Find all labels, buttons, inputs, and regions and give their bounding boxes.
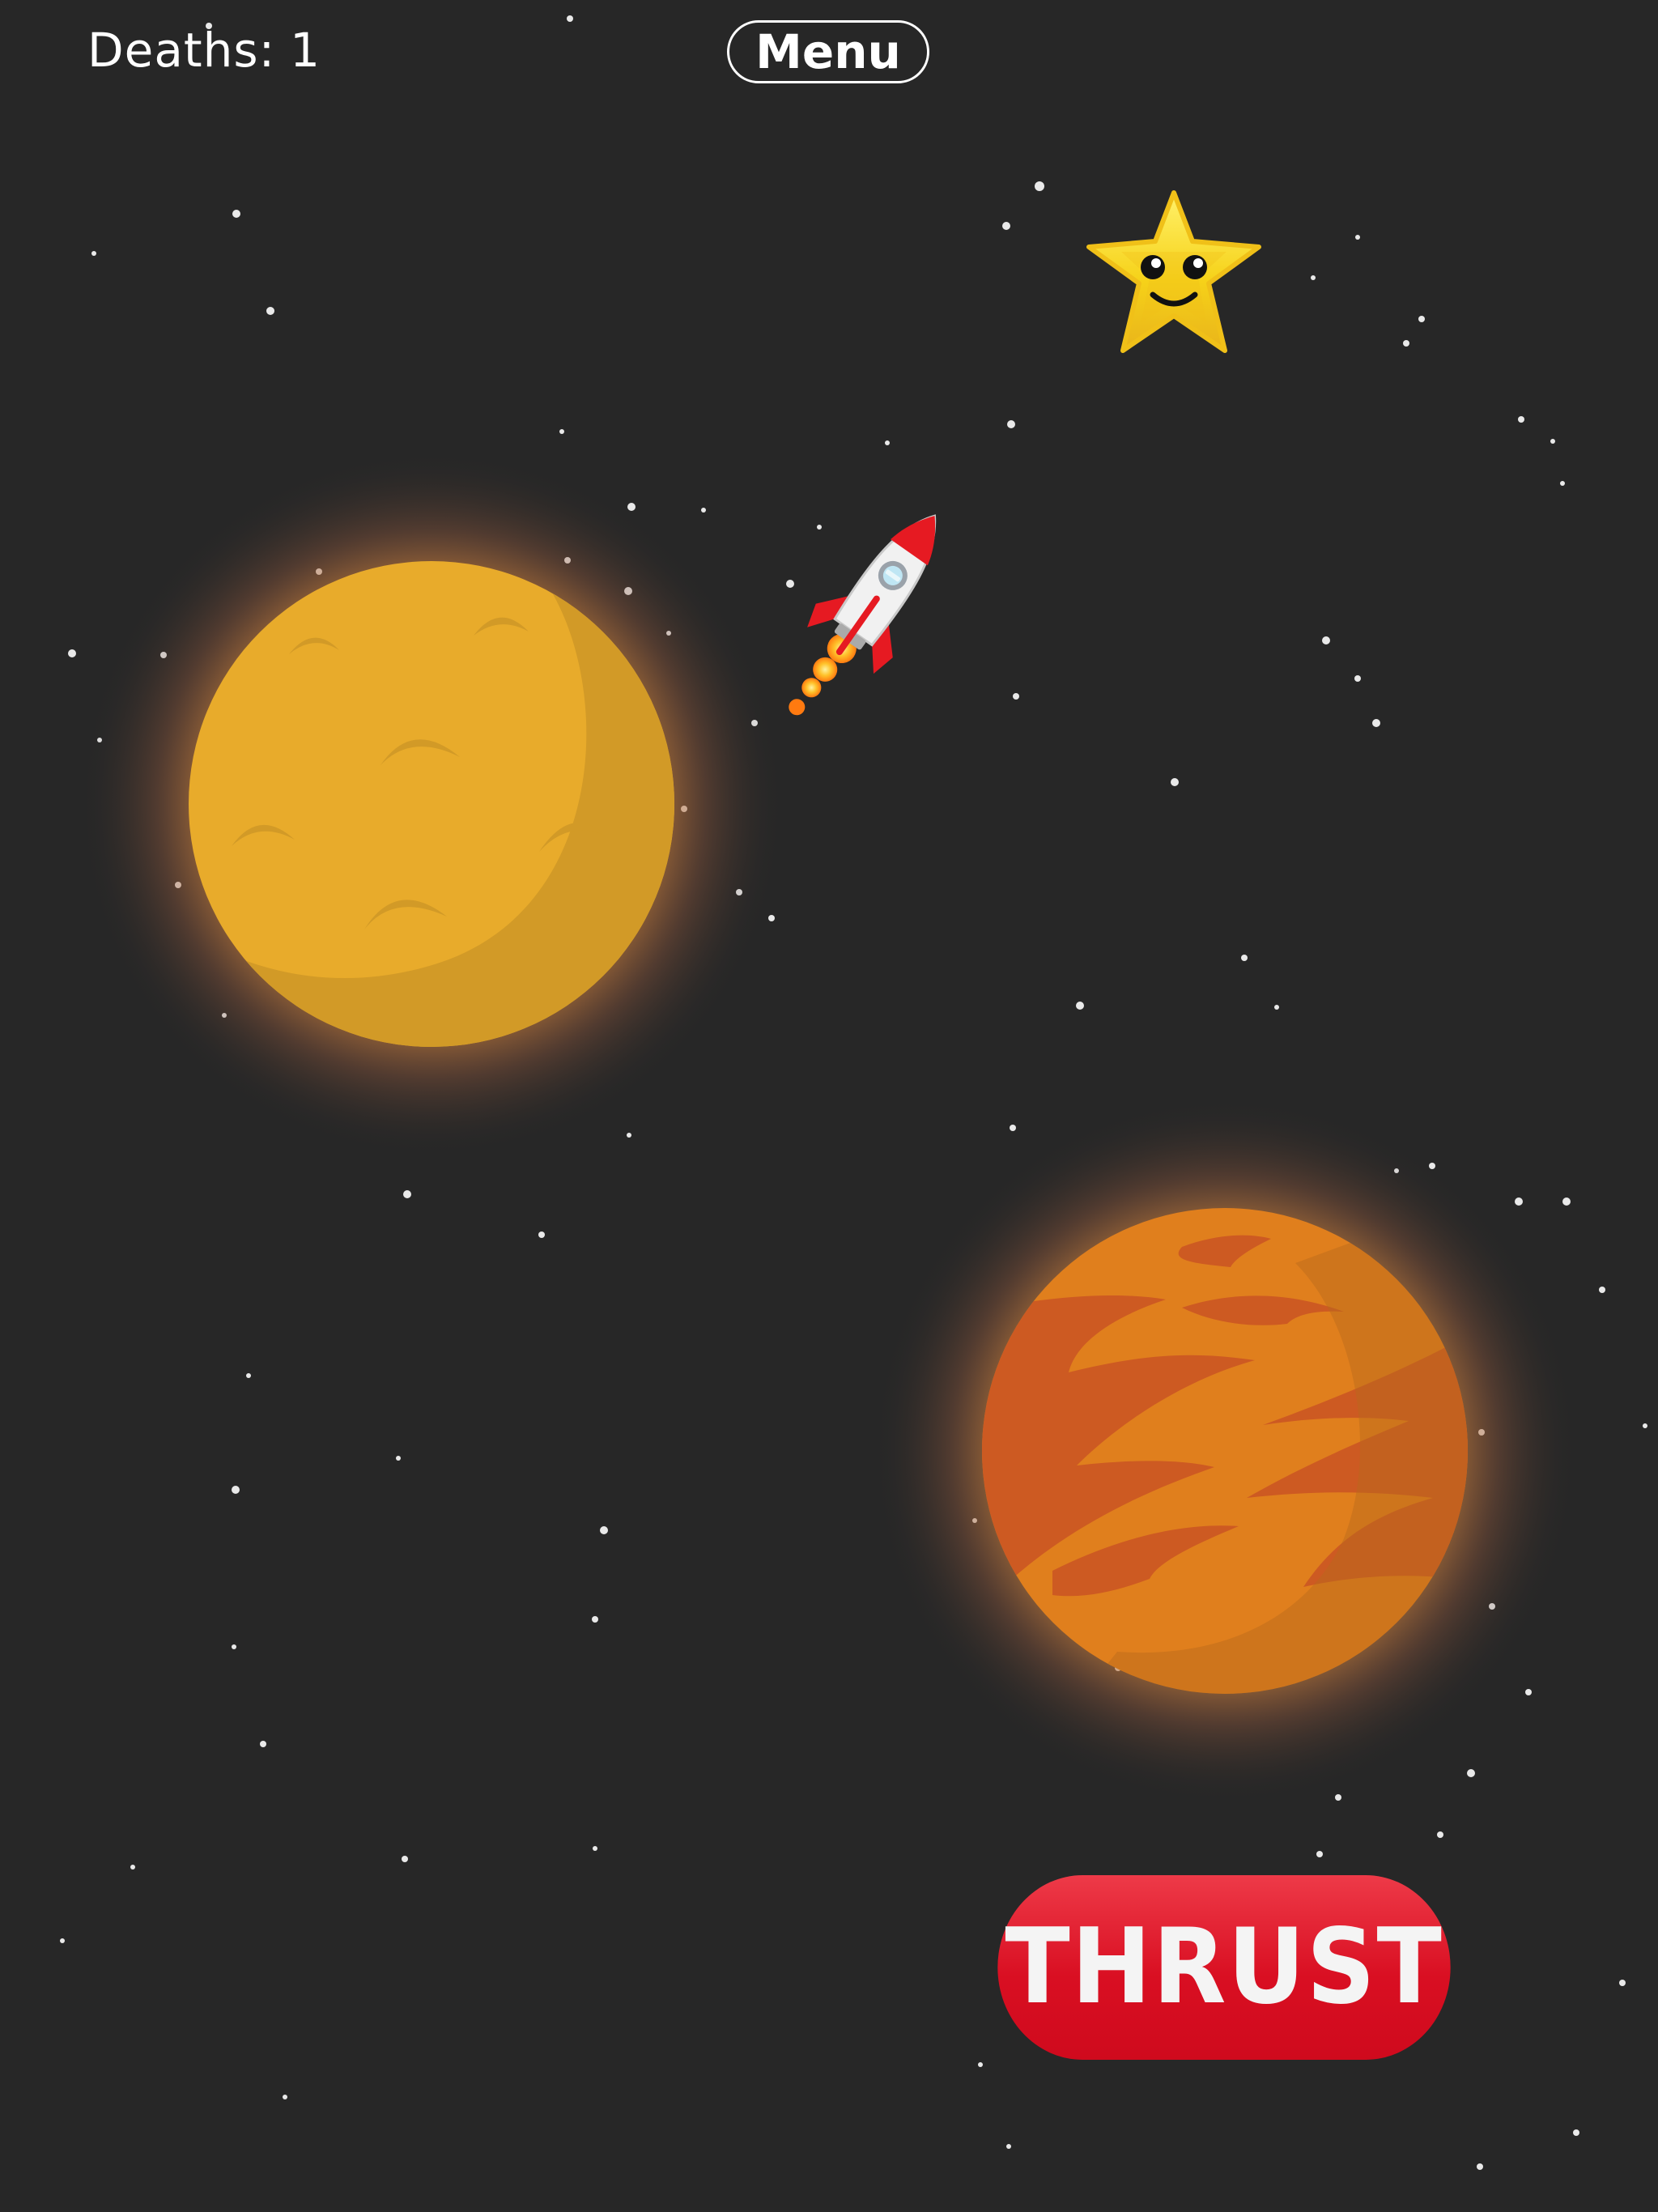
orange-striped-planet — [873, 1099, 1577, 1803]
deaths-counter: Deaths: 1 — [87, 18, 321, 83]
rocket-ship — [789, 514, 937, 716]
yellow-moon-planet — [79, 452, 784, 1156]
game-scene — [60, 15, 1647, 2170]
smiling-star-goal — [1086, 190, 1261, 353]
game-stage[interactable]: Deaths: 1 Menu THRUST — [0, 0, 1658, 2212]
thrust-button[interactable]: THRUST — [997, 1875, 1451, 2060]
deaths-label: Deaths: — [87, 23, 276, 78]
deaths-count: 1 — [290, 23, 321, 78]
menu-button[interactable]: Menu — [727, 20, 929, 83]
